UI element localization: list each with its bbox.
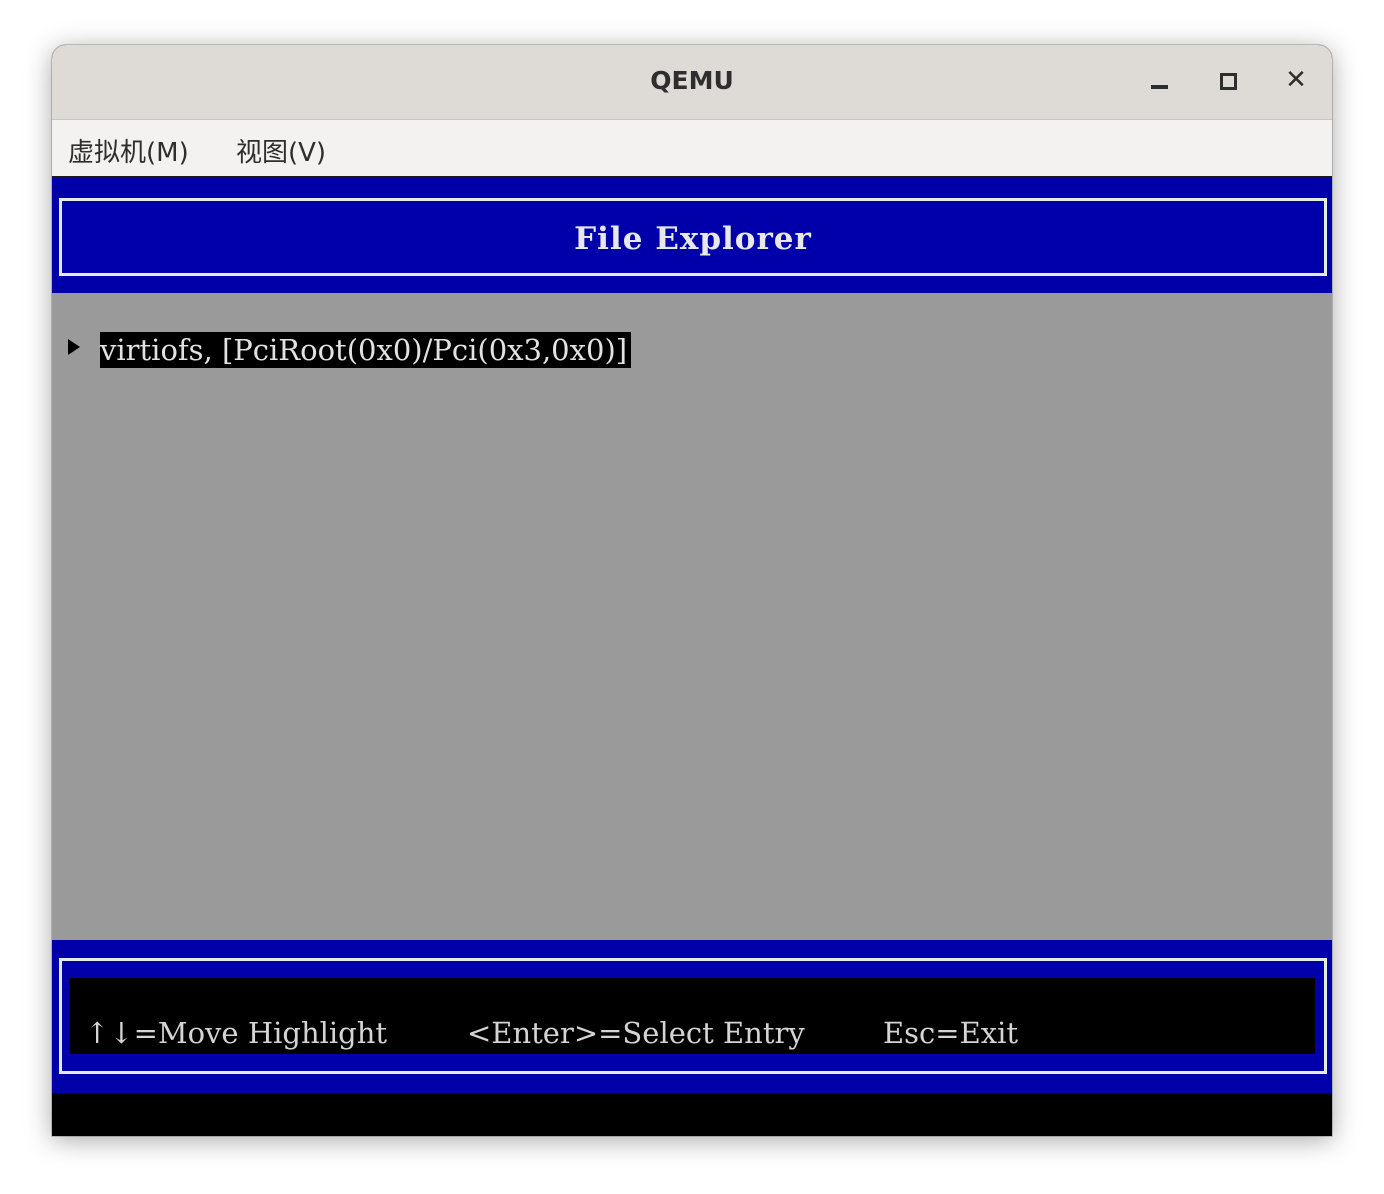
help-bar: ↑↓=Move Highlight <Enter>=Select Entry E…	[52, 940, 1332, 1093]
title-bar[interactable]: QEMU ✕	[52, 45, 1332, 120]
minimize-icon	[1151, 85, 1168, 89]
maximize-button[interactable]	[1210, 63, 1246, 99]
minimize-button[interactable]	[1142, 63, 1178, 99]
maximize-icon	[1220, 73, 1237, 90]
entry-list: virtiofs, [PciRoot(0x0)/Pci(0x3,0x0)]	[52, 293, 1332, 940]
menu-view[interactable]: 视图(V)	[236, 132, 326, 169]
list-item-virtiofs[interactable]: virtiofs, [PciRoot(0x0)/Pci(0x3,0x0)]	[100, 332, 632, 368]
vm-display[interactable]: File Explorer virtiofs, [PciRoot(0x0)/Pc…	[52, 178, 1332, 1136]
page-title: File Explorer	[574, 221, 812, 257]
help-select-entry: <Enter>=Select Entry	[467, 1016, 805, 1050]
menu-machine[interactable]: 虚拟机(M)	[68, 132, 189, 169]
screen-bottom-strip	[52, 1093, 1332, 1136]
help-move-highlight: ↑↓=Move Highlight	[85, 1016, 388, 1050]
close-icon: ✕	[1285, 65, 1307, 95]
window-title: QEMU	[650, 66, 734, 95]
header-bar: File Explorer	[52, 178, 1332, 293]
help-exit: Esc=Exit	[883, 1016, 1019, 1050]
menu-bar: 虚拟机(M) 视图(V)	[52, 120, 1332, 178]
header-frame: File Explorer	[59, 198, 1327, 276]
right-triangle-icon	[68, 339, 80, 355]
qemu-window: QEMU ✕ 虚拟机(M) 视图(V) File Explorer virtio…	[52, 45, 1332, 1136]
close-button[interactable]: ✕	[1278, 63, 1314, 99]
